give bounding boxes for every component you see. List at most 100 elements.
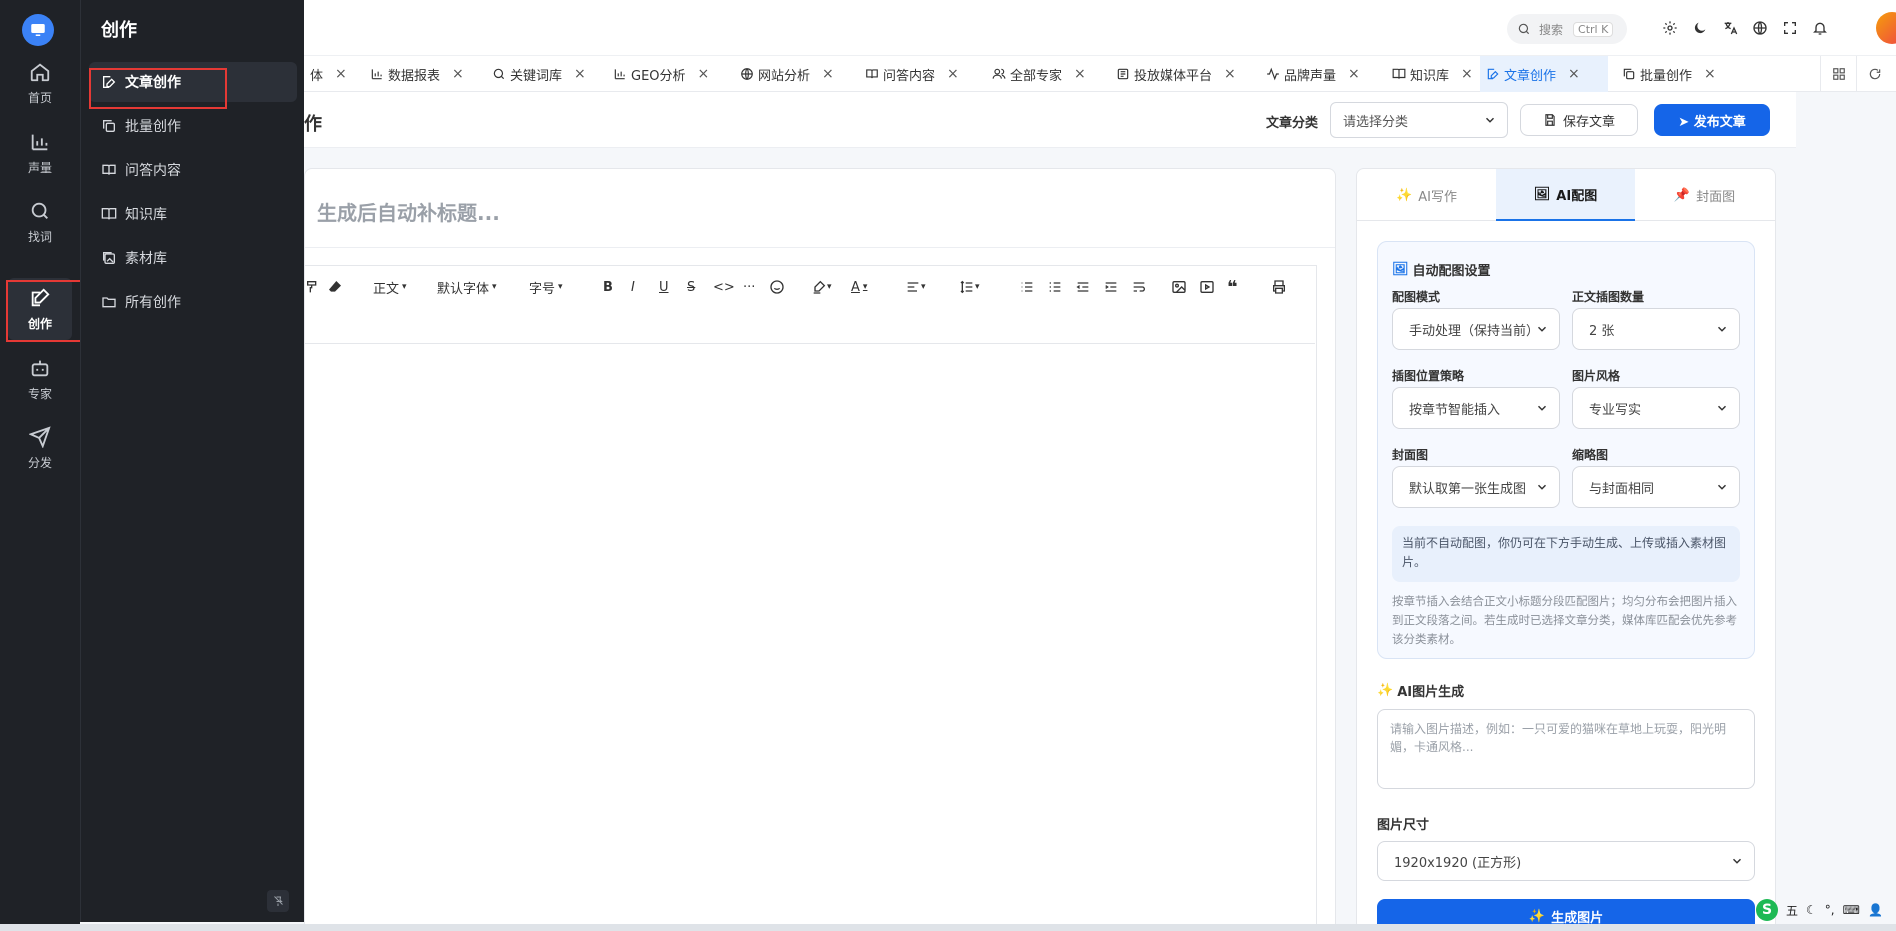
bold-button[interactable]: B [603,276,613,298]
category-select[interactable]: 请选择分类 [1330,102,1508,138]
tab-cover[interactable]: 📌 封面图 [1635,169,1774,221]
print-button[interactable] [1271,276,1287,298]
italic-button[interactable]: I [631,276,635,298]
create-submenu: 创作 文章创作 批量创作 问答内容 知识库 素材库 所有创作 [80,0,304,922]
paragraph-select[interactable]: 正文 ▾ [373,276,407,298]
unpin-button[interactable] [267,890,289,912]
emoji-button[interactable] [769,276,785,298]
fullscreen-button[interactable] [1780,18,1800,38]
wrap-button[interactable] [1131,276,1147,298]
refresh-button[interactable] [1856,56,1892,92]
rail-item-experts[interactable]: 专家 [8,348,72,410]
tab-geo[interactable]: GEO分析 × [607,56,715,92]
close-icon[interactable]: × [1461,66,1473,82]
thumb-select[interactable]: 与封面相同 [1572,466,1740,508]
tab-grid-button[interactable] [1820,56,1856,92]
sparkle-icon: ✨ [1377,683,1394,698]
tab-qa[interactable]: 问答内容 × [859,56,965,92]
tab-knowledge[interactable]: 知识库 × [1386,56,1479,92]
insert-image-button[interactable] [1171,276,1187,298]
rail-item-volume[interactable]: 声量 [8,122,72,184]
mode-select[interactable]: 手动处理（保持当前） [1392,308,1560,350]
image-icon: 🖼 [1392,262,1409,277]
user-icon[interactable]: 👤 [1868,903,1883,917]
submenu-item-all[interactable]: 所有创作 [89,282,297,322]
font-select[interactable]: 默认字体 ▾ [437,276,497,298]
rail-item-distribute[interactable]: 分发 [8,417,72,479]
punctuation-icon[interactable]: °, [1825,903,1835,917]
line-height-button[interactable]: ▾ [959,276,980,298]
strikethrough-button[interactable]: S [687,276,695,298]
close-icon[interactable]: × [1224,66,1236,82]
align-button[interactable]: ▾ [905,276,926,298]
underline-button[interactable]: U [659,276,669,298]
ime-logo[interactable]: S [1756,899,1778,921]
close-icon[interactable]: × [1704,66,1716,82]
font-size-select[interactable]: 字号 ▾ [529,276,563,298]
tab-partial[interactable]: 体 × [304,56,353,92]
close-icon[interactable]: × [452,66,464,82]
more-button[interactable]: ··· [743,276,755,298]
language-button[interactable] [1720,18,1740,38]
settings-button[interactable] [1660,18,1680,38]
close-icon[interactable]: × [1568,66,1580,82]
tab-data-report[interactable]: 数据报表 × [364,56,470,92]
highlight-color-button[interactable]: ▾ [811,276,832,298]
moon-icon[interactable]: ☾ [1806,903,1817,917]
indent-button[interactable] [1103,276,1119,298]
save-button[interactable]: 保存文章 [1520,104,1638,136]
tab-site-analysis[interactable]: 网站分析 × [734,56,840,92]
style-select[interactable]: 专业写实 [1572,387,1740,429]
rich-text-editor[interactable]: 正文 ▾ 默认字体 ▾ 字号 ▾ B I U S <> ··· ▾ A ▾ ▾ ▾ ❝ [305,265,1317,931]
insert-video-button[interactable] [1199,276,1215,298]
position-select[interactable]: 按章节智能插入 [1392,387,1560,429]
theme-toggle[interactable] [1690,18,1710,38]
close-icon[interactable]: × [574,66,586,82]
submenu-item-article-create[interactable]: 文章创作 [89,62,297,102]
code-button[interactable]: <> [713,276,735,298]
notifications-button[interactable] [1810,18,1830,38]
global-button[interactable] [1750,18,1770,38]
tab-experts[interactable]: 全部专家 × [986,56,1092,92]
quote-button[interactable]: ❝ [1227,276,1238,298]
submenu-item-knowledge[interactable]: 知识库 [89,194,297,234]
tab-article-create[interactable]: 文章创作 × [1480,56,1608,92]
close-icon[interactable]: × [1074,66,1086,82]
page-title: 作 [304,114,322,135]
global-search[interactable]: 搜索 Ctrl K [1507,14,1627,44]
submenu-item-qa[interactable]: 问答内容 [89,150,297,190]
submenu-item-materials[interactable]: 素材库 [89,238,297,278]
outdent-button[interactable] [1075,276,1091,298]
publish-button[interactable]: ➤ 发布文章 [1654,104,1770,136]
tab-ai-writing[interactable]: ✨ AI写作 [1357,169,1496,221]
close-icon[interactable]: × [822,66,834,82]
format-painter-button[interactable] [305,276,321,298]
rail-item-keywords[interactable]: 找词 [8,191,72,253]
bullet-list-button[interactable] [1019,276,1035,298]
close-icon[interactable]: × [335,66,347,82]
avatar[interactable] [1876,12,1896,44]
close-icon[interactable]: × [947,66,959,82]
close-icon[interactable]: × [698,66,710,82]
keyboard-icon[interactable]: ⌨ [1843,903,1860,917]
cover-select[interactable]: 默认取第一张生成图 [1392,466,1560,508]
submenu-item-batch-create[interactable]: 批量创作 [89,106,297,146]
ime-mode[interactable]: 五 [1786,902,1798,919]
clear-format-button[interactable] [327,276,343,298]
edit-icon [31,287,50,306]
numbered-list-button[interactable] [1047,276,1063,298]
image-prompt-textarea[interactable]: 请输入图片描述，例如：一只可爱的猫咪在草地上玩耍，阳光明媚，卡通风格... [1377,709,1755,789]
tab-brand-volume[interactable]: 品牌声量 × [1260,56,1366,92]
app-logo[interactable] [22,14,54,46]
rail-item-home[interactable]: 首页 [8,52,72,114]
image-size-select[interactable]: 1920x1920 (正方形) [1377,841,1755,881]
tab-keywords[interactable]: 关键词库 × [486,56,592,92]
rail-item-create[interactable]: 创作 [8,278,72,340]
close-icon[interactable]: × [1348,66,1360,82]
article-title-input[interactable]: 生成后自动补标题... [317,197,500,226]
tab-batch-create[interactable]: 批量创作 × [1616,56,1722,92]
tab-ai-image[interactable]: 🖼 AI配图 [1496,169,1635,221]
tab-media-platform[interactable]: 投放媒体平台 × [1110,56,1242,92]
count-select[interactable]: 2 张 [1572,308,1740,350]
font-color-button[interactable]: A ▾ [851,276,867,298]
